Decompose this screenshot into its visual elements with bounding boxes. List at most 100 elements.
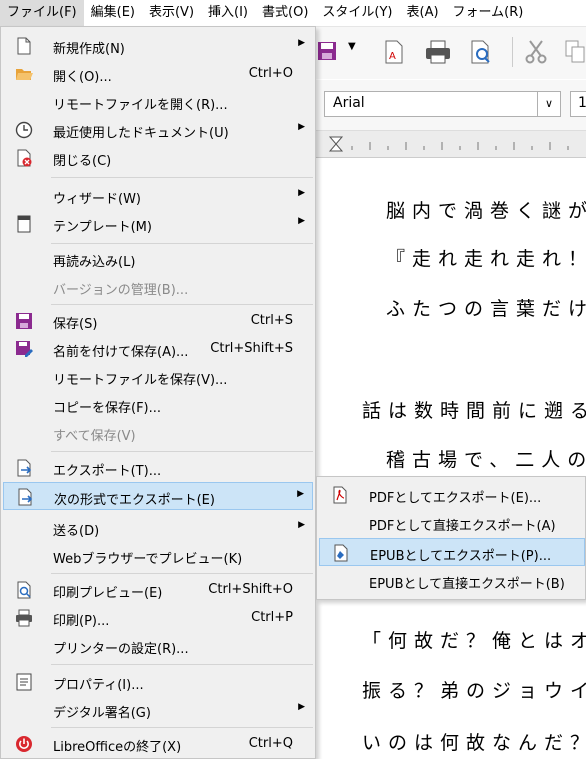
menu-view[interactable]: 表示(V) (142, 0, 201, 26)
submenu-arrow-icon: ▶ (297, 489, 304, 499)
menu-item-recent-documents[interactable]: 最近使用したドキュメント(U) ▶ (3, 116, 313, 144)
menu-item-send[interactable]: 送る(D) ▶ (3, 514, 313, 542)
submenu-item-label: PDFとしてエクスポート(E)... (369, 491, 542, 506)
chevron-down-icon[interactable]: ▼ (348, 41, 356, 52)
export-as-icon (18, 488, 33, 506)
menu-form[interactable]: フォーム(R) (446, 0, 531, 26)
menu-item-print-preview[interactable]: 印刷プレビュー(E) Ctrl+Shift+O (3, 576, 313, 604)
font-name-box[interactable]: Arial ∨ (324, 91, 561, 117)
menu-item-label: プロパティ(I)... (53, 678, 144, 693)
submenu-item-export-epub-direct[interactable]: EPUBとして直接エクスポート(B) (319, 567, 585, 595)
menu-item-label: 印刷(P)... (53, 614, 110, 629)
doc-line: 「何故だ？俺とはオ (362, 630, 586, 652)
menu-separator (51, 664, 313, 665)
pdf-icon (333, 486, 347, 504)
document-page[interactable]: 脳内で渦巻く謎が、 『走れ走れ走れ！逃 ふたつの言葉だけを 話は数時間前に遡る。… (316, 158, 586, 759)
template-icon (17, 215, 31, 233)
menu-item-save-copy[interactable]: コピーを保存(F)... (3, 391, 313, 419)
menu-item-label: Webブラウザーでプレビュー(K) (53, 552, 243, 567)
menu-item-label: バージョンの管理(B)... (53, 283, 189, 298)
menu-item-properties[interactable]: プロパティ(I)... (3, 668, 313, 696)
toolbar-divider (512, 37, 513, 67)
submenu-item-label: EPUBとしてエクスポート(P)... (370, 549, 552, 564)
menu-item-new[interactable]: 新規作成(N) ▶ (3, 32, 313, 60)
menu-item-save[interactable]: 保存(S) Ctrl+S (3, 307, 313, 335)
export-as-submenu: PDFとしてエクスポート(E)... PDFとして直接エクスポート(A) EPU… (316, 476, 586, 600)
new-document-icon (17, 37, 31, 55)
menu-item-close[interactable]: 閉じる(C) (3, 144, 313, 172)
export-pdf-icon[interactable]: A (382, 39, 406, 65)
save-as-icon (16, 341, 33, 357)
doc-line: 話は数時間前に遡る。 (362, 400, 586, 422)
menu-item-shortcut: Ctrl+Q (248, 736, 293, 751)
doc-line: 振る？弟のジョウイに (362, 680, 586, 702)
menu-item-label: すべて保存(V) (53, 429, 136, 444)
menu-separator (51, 451, 313, 452)
power-icon (16, 736, 32, 752)
ruler[interactable] (316, 131, 586, 158)
menu-item-reload[interactable]: 再読み込み(L) (3, 245, 313, 273)
printer-icon (16, 609, 32, 627)
save-icon (16, 313, 32, 329)
menu-item-open-remote[interactable]: リモートファイルを開く(R)... (3, 88, 313, 116)
submenu-arrow-icon: ▶ (298, 188, 305, 198)
font-name-value: Arial (333, 95, 365, 111)
menu-item-label: デジタル署名(G) (53, 706, 151, 721)
submenu-item-export-pdf-direct[interactable]: PDFとして直接エクスポート(A) (319, 509, 585, 537)
menu-item-wizards[interactable]: ウィザード(W) ▶ (3, 182, 313, 210)
properties-icon (16, 673, 32, 691)
submenu-item-export-pdf[interactable]: PDFとしてエクスポート(E)... (319, 481, 585, 509)
copy-icon[interactable] (564, 39, 586, 65)
menu-item-label: LibreOfficeの終了(X) (53, 740, 182, 755)
menu-item-export-as[interactable]: 次の形式でエクスポート(E) ▶ (3, 482, 313, 510)
submenu-item-label: PDFとして直接エクスポート(A) (369, 519, 556, 534)
menu-file[interactable]: ファイル(F) (0, 0, 84, 26)
menu-item-label: 最近使用したドキュメント(U) (53, 126, 229, 141)
save-icon[interactable] (316, 39, 338, 63)
menu-styles[interactable]: スタイル(Y) (315, 0, 399, 26)
menu-separator (51, 727, 313, 728)
doc-line: 脳内で渦巻く謎が、 (386, 200, 586, 222)
print-preview-icon (17, 581, 31, 599)
file-menu: 新規作成(N) ▶ 開く(O)... Ctrl+O リモートファイルを開く(R)… (0, 26, 316, 759)
print-preview-icon[interactable] (468, 39, 494, 65)
doc-line: 『走れ走れ走れ！逃 (386, 248, 586, 270)
submenu-item-export-epub[interactable]: EPUBとしてエクスポート(P)... (319, 538, 585, 566)
menu-item-exit[interactable]: LibreOfficeの終了(X) Ctrl+Q (3, 730, 313, 758)
menu-item-save-remote[interactable]: リモートファイルを保存(V)... (3, 363, 313, 391)
menu-item-label: 次の形式でエクスポート(E) (54, 493, 215, 508)
menubar: ファイル(F) 編集(E) 表示(V) 挿入(I) 書式(O) スタイル(Y) … (0, 0, 586, 27)
menu-insert[interactable]: 挿入(I) (201, 0, 255, 26)
menu-item-printer-settings[interactable]: プリンターの設定(R)... (3, 632, 313, 660)
menu-item-label: 印刷プレビュー(E) (53, 586, 163, 601)
print-icon[interactable] (424, 39, 452, 65)
doc-line: いのは何故なんだ？教 (362, 732, 586, 754)
close-document-icon (17, 149, 32, 167)
epub-icon (334, 544, 348, 562)
chevron-down-icon[interactable]: ∨ (537, 92, 560, 116)
submenu-arrow-icon: ▶ (298, 216, 305, 226)
menu-item-label: 閉じる(C) (53, 154, 112, 169)
menu-item-open[interactable]: 開く(O)... Ctrl+O (3, 60, 313, 88)
menu-item-versions[interactable]: バージョンの管理(B)... (3, 273, 313, 301)
font-size-box[interactable]: 1 (570, 91, 586, 117)
cut-icon[interactable] (524, 39, 548, 65)
standard-toolbar: ▼ A (316, 27, 586, 79)
menu-format[interactable]: 書式(O) (255, 0, 315, 26)
menu-item-label: 新規作成(N) (53, 42, 125, 57)
menu-item-label: ウィザード(W) (53, 192, 141, 207)
doc-line: 稽古場で、二人の男 (386, 449, 586, 471)
menu-item-export[interactable]: エクスポート(T)... (3, 454, 313, 482)
menu-item-save-all[interactable]: すべて保存(V) (3, 419, 313, 447)
ruler-marks (328, 136, 569, 152)
menu-item-digital-signatures[interactable]: デジタル署名(G) ▶ (3, 696, 313, 724)
menu-edit[interactable]: 編集(E) (84, 0, 142, 26)
menu-item-save-as[interactable]: 名前を付けて保存(A)... Ctrl+Shift+S (3, 335, 313, 363)
menu-item-print[interactable]: 印刷(P)... Ctrl+P (3, 604, 313, 632)
menu-item-shortcut: Ctrl+O (248, 66, 293, 81)
menu-item-preview-in-browser[interactable]: Webブラウザーでプレビュー(K) (3, 542, 313, 570)
menu-item-templates[interactable]: テンプレート(M) ▶ (3, 210, 313, 238)
menu-item-label: 再読み込み(L) (53, 255, 136, 270)
menu-separator (51, 573, 313, 574)
menu-table[interactable]: 表(A) (400, 0, 446, 26)
